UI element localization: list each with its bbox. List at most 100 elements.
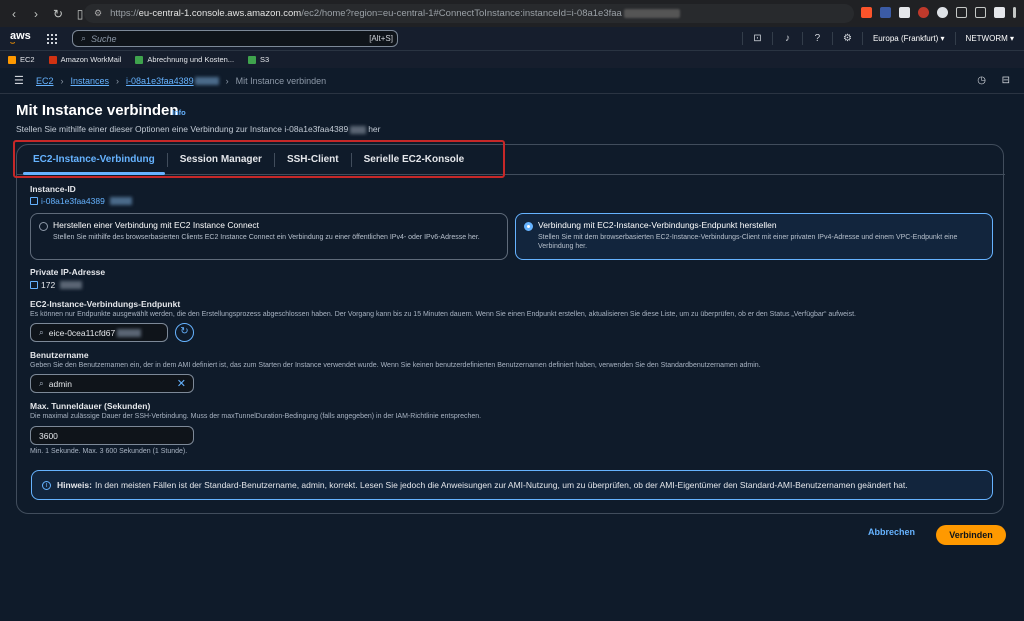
brave-icon[interactable] — [861, 7, 872, 18]
flag-icon[interactable] — [880, 7, 891, 18]
menu-icon[interactable] — [1013, 7, 1016, 18]
instance-id-value[interactable]: i-08a1e3faa4389 — [30, 196, 134, 206]
puzzle-icon[interactable] — [956, 7, 967, 18]
ec2-icon — [8, 55, 16, 64]
search-shortcut: [Alt+S] — [369, 34, 393, 43]
copy-icon[interactable] — [30, 281, 38, 289]
page-subtitle: Stellen Sie mithilfe einer dieser Option… — [16, 124, 381, 134]
tab-session-manager[interactable]: Session Manager — [168, 145, 274, 175]
bell-icon[interactable]: ♪ — [771, 32, 802, 45]
aws-logo[interactable]: aws ⌣ — [10, 31, 32, 47]
forward-icon[interactable]: › — [30, 7, 42, 21]
redacted-area — [117, 328, 142, 337]
alert-text: In den meisten Fällen ist der Standard-B… — [94, 480, 908, 490]
extension-icon[interactable] — [899, 7, 910, 18]
username-input[interactable]: ⌕ admin ✕ — [30, 374, 194, 393]
url-host: eu-central-1.console.aws.amazon.com — [138, 8, 302, 19]
radio-button[interactable] — [39, 222, 48, 231]
breadcrumb-instance-id[interactable]: i-08a1e3faa4389 — [126, 76, 194, 86]
chevron-right-icon: › — [60, 75, 64, 86]
option-instance-connect[interactable]: Herstellen einer Verbindung mit EC2 Inst… — [30, 213, 508, 260]
redacted-area — [623, 9, 680, 18]
alert-label: Hinweis: — [57, 480, 92, 490]
page-title: Mit Instance verbinden — [16, 102, 179, 119]
clock-icon[interactable]: ◷ — [977, 75, 986, 86]
username-description: Geben Sie den Benutzernamen ein, der in … — [30, 362, 761, 369]
breadcrumb-current: Mit Instance verbinden — [235, 75, 327, 86]
option-description: Stellen Sie mit dem browserbasierten EC2… — [538, 234, 958, 250]
tab-ssh-client[interactable]: SSH-Client — [275, 145, 351, 175]
back-icon[interactable]: ‹ — [8, 7, 20, 21]
extension-icon[interactable] — [994, 7, 1005, 18]
connect-panel: EC2-Instance-Verbindung Session Manager … — [16, 144, 1005, 514]
extension-icon[interactable] — [937, 7, 948, 18]
endpoint-select[interactable]: ⌕ eice-0cea11cfd67 — [30, 323, 168, 342]
breadcrumb-instances[interactable]: Instances — [71, 76, 110, 86]
option-description: Stellen Sie mithilfe des browserbasierte… — [53, 234, 480, 241]
extension-icon[interactable] — [918, 7, 929, 18]
tunnel-duration-hint: Min. 1 Sekunde. Max. 3 600 Sekunden (1 S… — [30, 448, 188, 455]
refresh-icon: ↻ — [180, 326, 189, 337]
site-settings-icon[interactable]: ⚙ — [94, 8, 102, 19]
s3-icon — [248, 55, 257, 64]
aws-top-navigation: aws ⌣ ⌕ Suche [Alt+S] ⊡ ♪ ? ⚙ Europa (Fra… — [0, 27, 1024, 50]
services-grid-icon[interactable] — [47, 33, 57, 44]
clear-icon[interactable]: ✕ — [177, 377, 186, 390]
tab-serial-console[interactable]: Serielle EC2-Konsole — [352, 145, 477, 175]
workmail-icon — [48, 55, 57, 64]
browser-toolbar: ‹ › ↻ ▯ ⚙ https:// eu-central-1.console.… — [0, 0, 1024, 27]
search-icon: ⌕ — [39, 327, 44, 337]
cancel-button[interactable]: Abbrechen — [868, 527, 915, 537]
private-ip-value: 172 — [30, 280, 84, 290]
bookmark-billing[interactable]: Abrechnung und Kosten... — [135, 55, 234, 64]
copy-icon[interactable] — [30, 197, 38, 205]
username-label: Benutzername — [30, 350, 89, 360]
address-bar[interactable]: ⚙ https:// eu-central-1.console.aws.amaz… — [84, 4, 854, 23]
breadcrumb-bar: ☰ EC2 › Instances › i-08a1e3faa4389 › Mi… — [0, 68, 1024, 94]
info-icon: i — [42, 480, 51, 490]
sidebar-icon[interactable] — [975, 7, 986, 18]
bookmark-workmail[interactable]: Amazon WorkMail — [48, 55, 121, 64]
redacted-area — [350, 125, 367, 134]
option-title: Verbindung mit EC2-Instance-Verbindungs-… — [538, 220, 777, 230]
tunnel-duration-input[interactable]: 3600 — [30, 426, 194, 445]
gear-icon[interactable]: ⚙ — [831, 32, 862, 45]
account-menu[interactable]: NETWORM ▾ — [954, 32, 1024, 45]
refresh-button[interactable]: ↻ — [175, 323, 194, 342]
info-alert: i Hinweis: In den meisten Fällen ist der… — [31, 470, 993, 500]
reload-icon[interactable]: ↻ — [52, 7, 64, 21]
connect-button[interactable]: Verbinden — [936, 525, 1006, 545]
tunnel-duration-label: Max. Tunneldauer (Sekunden) — [30, 401, 151, 411]
tab-ec2-instance-connect[interactable]: EC2-Instance-Verbindung — [21, 145, 167, 175]
instance-id-label: Instance-ID — [30, 184, 76, 194]
search-input[interactable]: ⌕ Suche [Alt+S] — [72, 30, 398, 47]
billing-icon — [135, 55, 144, 64]
redacted-area — [60, 281, 83, 289]
breadcrumb-ec2[interactable]: EC2 — [36, 76, 54, 86]
chevron-right-icon: › — [225, 75, 229, 86]
bookmark-ec2[interactable]: EC2 — [8, 55, 35, 64]
private-ip-label: Private IP-Adresse — [30, 267, 106, 277]
endpoint-description: Es können nur Endpunkte ausgewählt werde… — [30, 311, 856, 318]
search-icon: ⌕ — [39, 378, 44, 388]
tunnel-duration-description: Die maximal zulässige Dauer der SSH-Verb… — [30, 413, 482, 420]
search-icon: ⌕ — [81, 33, 87, 43]
cloudshell-icon[interactable]: ⊡ — [741, 32, 772, 45]
bookmark-s3[interactable]: S3 — [248, 55, 269, 64]
url-scheme: https:// — [110, 8, 139, 19]
feedback-icon[interactable]: ⊟ — [1002, 75, 1010, 86]
option-endpoint-connect[interactable]: Verbindung mit EC2-Instance-Verbindungs-… — [515, 213, 993, 260]
redacted-area — [109, 197, 132, 205]
menu-icon[interactable]: ☰ — [14, 74, 24, 87]
bookmarks-bar: EC2 Amazon WorkMail Abrechnung und Koste… — [0, 50, 1024, 68]
breadcrumb: EC2 › Instances › i-08a1e3faa4389 › Mit … — [36, 76, 326, 86]
region-selector[interactable]: Europa (Frankfurt) ▾ — [861, 32, 955, 45]
chevron-right-icon: › — [116, 75, 120, 86]
option-title: Herstellen einer Verbindung mit EC2 Inst… — [53, 220, 260, 230]
tab-bar: EC2-Instance-Verbindung Session Manager … — [17, 145, 1005, 175]
extensions-area — [861, 7, 1016, 18]
info-link[interactable]: Info — [172, 108, 186, 117]
help-icon[interactable]: ? — [801, 32, 832, 45]
radio-button-selected[interactable] — [524, 222, 533, 231]
redacted-area — [194, 76, 219, 85]
